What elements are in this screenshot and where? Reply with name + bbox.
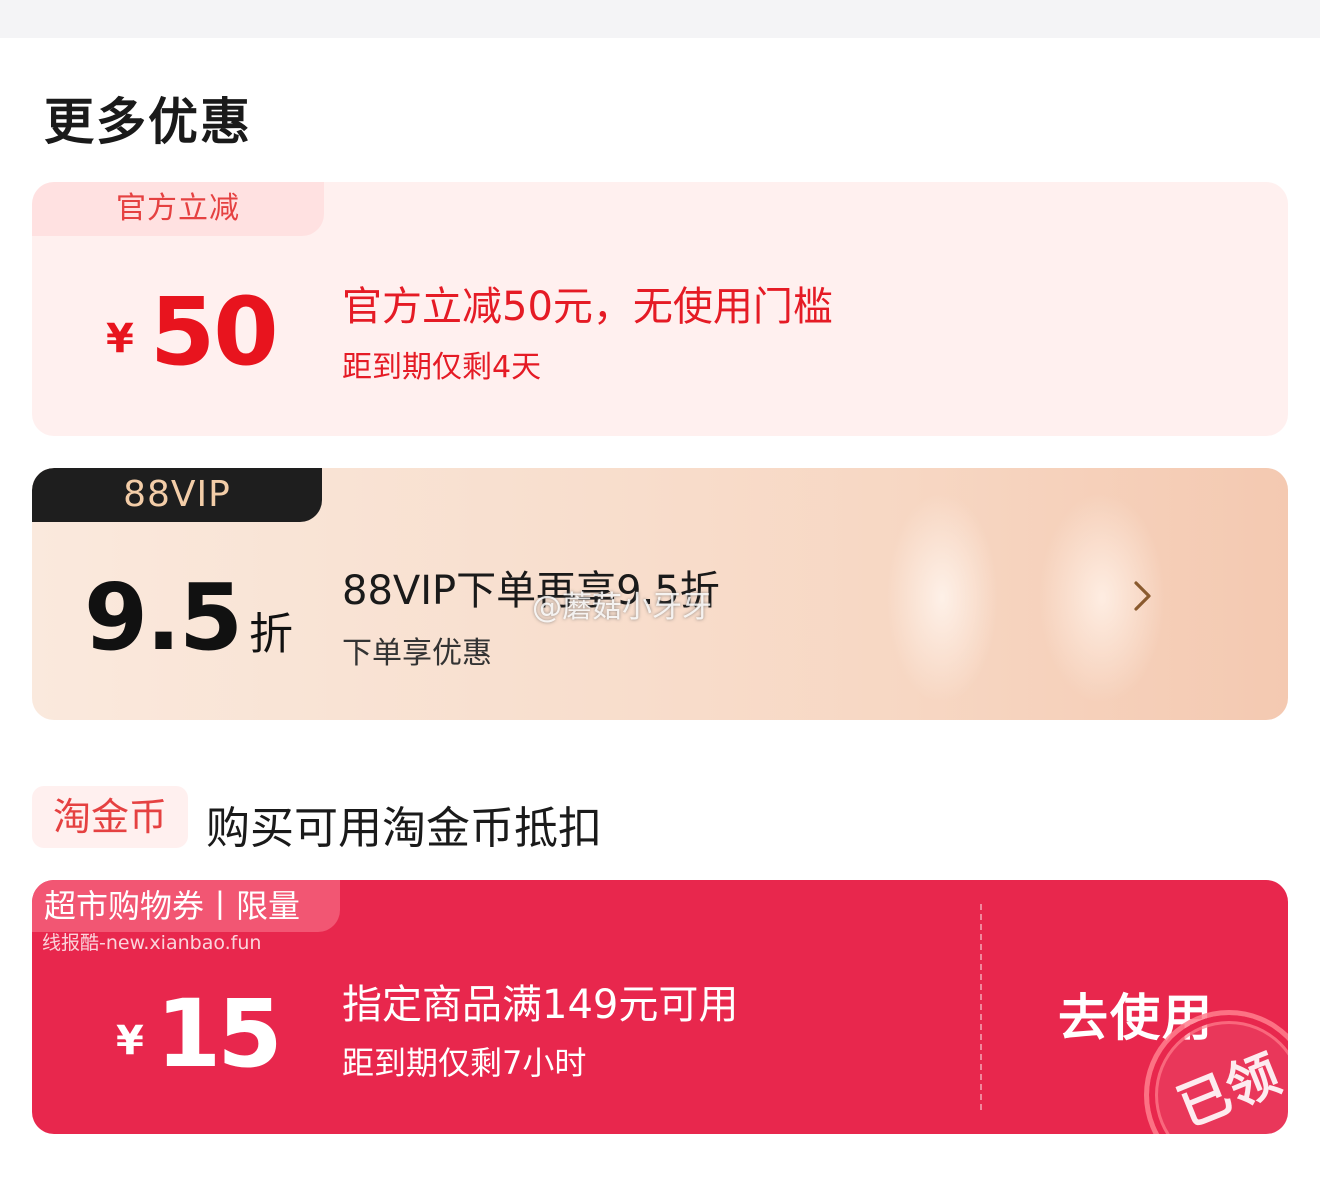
dashed-divider bbox=[980, 904, 982, 1110]
official-discount-title: 官方立减50元，无使用门槛 bbox=[342, 284, 833, 330]
official-discount-card[interactable]: 官方立减 ¥50 官方立减50元，无使用门槛 距到期仅剩4天 bbox=[32, 182, 1288, 436]
official-discount-amount: ¥50 bbox=[106, 278, 279, 387]
voucher-title: 指定商品满149元可用 bbox=[342, 982, 739, 1028]
currency-symbol: ¥ bbox=[116, 1018, 144, 1064]
official-discount-tag: 官方立减 bbox=[32, 182, 324, 236]
discount-unit: 折 bbox=[248, 609, 293, 660]
claimed-stamp-text: 已领 bbox=[1169, 1044, 1288, 1134]
voucher-tag: 超市购物券丨限量 bbox=[32, 880, 340, 932]
amount-value: 15 bbox=[155, 980, 283, 1089]
supermarket-voucher-card[interactable]: 超市购物券丨限量 线报酷-new.xianbao.fun ¥15 指定商品满14… bbox=[32, 880, 1288, 1134]
vip-discount: 9.5 折 bbox=[84, 564, 293, 671]
currency-symbol: ¥ bbox=[106, 316, 134, 362]
coin-badge: 淘金币 bbox=[32, 786, 188, 848]
site-watermark: 线报酷-new.xianbao.fun bbox=[42, 932, 262, 954]
offers-page: 更多优惠 官方立减 ¥50 官方立减50元，无使用门槛 距到期仅剩4天 88VI… bbox=[0, 38, 1320, 1190]
weibo-watermark: @蘑菇小牙牙 bbox=[532, 590, 712, 625]
chevron-right-icon[interactable] bbox=[1126, 580, 1158, 612]
section-title: 更多优惠 bbox=[44, 93, 252, 151]
vip-offer-subtitle: 下单享优惠 bbox=[342, 636, 492, 671]
vip-offer-card[interactable]: 88VIP 9.5 折 88VIP下单再享9.5折 下单享优惠 @蘑菇小牙牙 bbox=[32, 468, 1288, 720]
voucher-expiry: 距到期仅剩7小时 bbox=[342, 1044, 587, 1082]
vip-tag: 88VIP bbox=[32, 468, 322, 522]
official-discount-expiry: 距到期仅剩4天 bbox=[342, 350, 542, 385]
voucher-amount: ¥15 bbox=[116, 980, 283, 1089]
discount-value: 9.5 bbox=[84, 564, 243, 671]
amount-value: 50 bbox=[149, 278, 279, 387]
coin-description: 购买可用淘金币抵扣 bbox=[206, 803, 602, 854]
